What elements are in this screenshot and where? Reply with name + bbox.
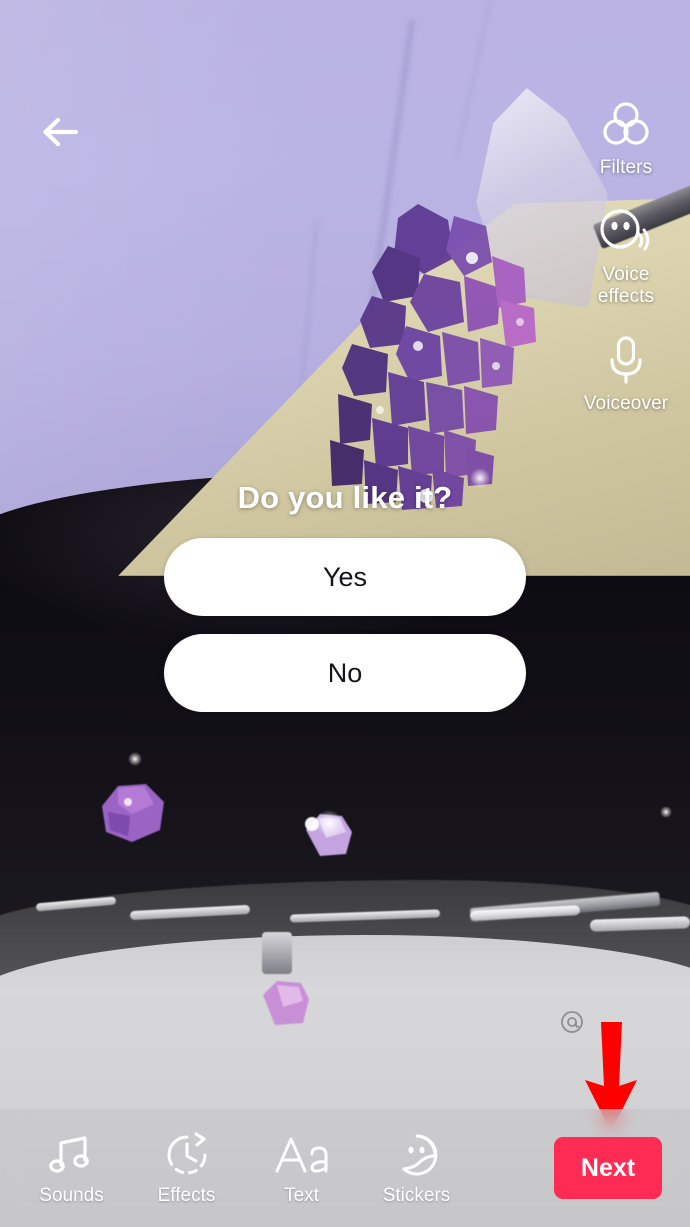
rail-item-label: Voiceover [583, 393, 669, 414]
video-crystal-chip [263, 981, 309, 1025]
text-aa-icon [273, 1130, 331, 1180]
sticker-face-icon [393, 1130, 441, 1180]
music-note-icon [48, 1130, 95, 1180]
rail-label-line1: Voice [602, 264, 650, 285]
video-sparkle [316, 810, 342, 836]
tool-label: Stickers [382, 1185, 451, 1206]
poll-option-no[interactable]: No [164, 634, 526, 712]
tool-effects[interactable]: Effects [129, 1130, 244, 1206]
toolbar-tool-list: Sounds Effects Text Stickers [0, 1130, 554, 1206]
video-sparkle [660, 806, 672, 818]
next-button[interactable]: Next [554, 1137, 662, 1199]
clock-effects-icon [164, 1130, 210, 1180]
rail-item-voice-effects[interactable]: Voice effects [570, 205, 682, 308]
poll-sticker[interactable]: Do you like it? Yes No [0, 480, 690, 730]
video-sparkle [128, 752, 142, 766]
rail-item-filters[interactable]: Filters [570, 98, 682, 179]
rail-label-line2: effects [597, 286, 655, 307]
at-mention-icon[interactable] [560, 1010, 584, 1034]
rail-item-label: Filters [599, 157, 653, 178]
arrow-left-icon [43, 117, 79, 147]
editor-right-rail: Filters Voice effects Voiceover [570, 98, 682, 441]
tool-stickers[interactable]: Stickers [359, 1130, 474, 1206]
tool-label: Effects [157, 1185, 216, 1206]
tool-label: Sounds [39, 1185, 104, 1206]
tool-label: Text [284, 1185, 319, 1206]
rail-item-label: Voice effects [598, 264, 654, 308]
video-crystal-chip [262, 932, 292, 974]
poll-option-yes[interactable]: Yes [164, 538, 526, 616]
microphone-icon [604, 334, 648, 386]
poll-question: Do you like it? [237, 480, 453, 515]
bottom-toolbar: Sounds Effects Text Stickers Next [0, 1109, 690, 1227]
video-editor-screen: Filters Voice effects Voiceover Do you l… [0, 0, 690, 1227]
video-amethyst-cluster [330, 204, 536, 510]
back-button[interactable] [32, 104, 88, 160]
video-crystal-chip [102, 784, 164, 842]
tool-sounds[interactable]: Sounds [14, 1130, 129, 1206]
filters-circles-icon [600, 98, 652, 150]
rail-item-voiceover[interactable]: Voiceover [570, 334, 682, 415]
tool-text[interactable]: Text [244, 1130, 359, 1206]
voice-effects-face-icon [597, 205, 655, 257]
